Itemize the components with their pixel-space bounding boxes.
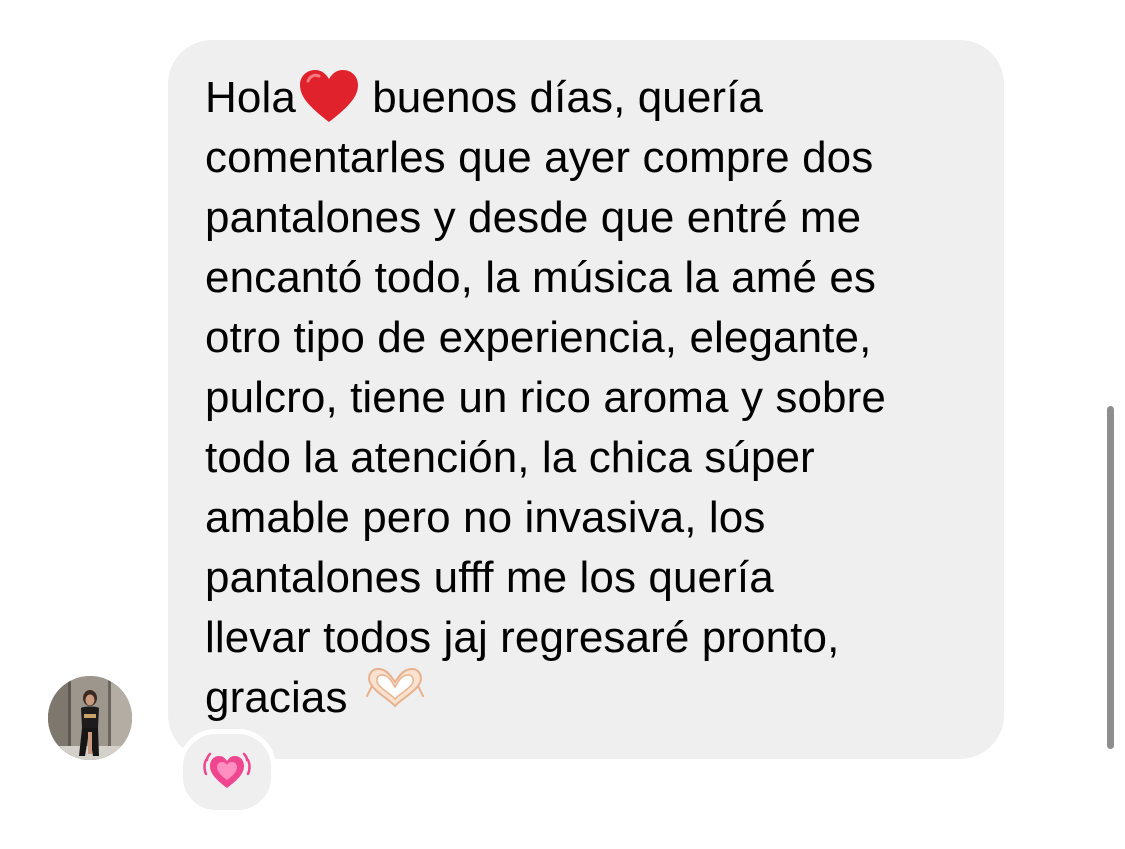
- user-avatar-photo: [48, 676, 132, 760]
- message-line: comentarles que ayer compre dos: [205, 133, 874, 182]
- message-line: pantalones y desde que entré me: [205, 193, 862, 242]
- message-line: llevar todos jaj regresaré pronto,: [205, 613, 840, 662]
- message-line: pulcro, tiene un rico aroma y sobre: [205, 373, 886, 422]
- message-line: encantó todo, la música la amé es: [205, 253, 877, 302]
- red-heart-icon: [298, 68, 360, 124]
- message-line-text: Hola: [205, 73, 296, 122]
- message-line-text: buenos días, quería: [359, 73, 764, 122]
- message-text: Hola buenos días, quería comentarles que…: [205, 68, 985, 728]
- message-line: amable pero no invasiva, los: [205, 493, 766, 542]
- reaction-badge[interactable]: [178, 729, 276, 815]
- message-line: otro tipo de experiencia, elegante,: [205, 313, 872, 362]
- growing-heart-icon: [203, 752, 251, 788]
- heart-hands-icon: [364, 664, 426, 724]
- scrollbar[interactable]: [1107, 406, 1114, 749]
- message-line: Hola buenos días, quería: [205, 68, 985, 128]
- message-line: pantalones ufff me los quería: [205, 553, 774, 602]
- message-line: gracias: [205, 668, 985, 728]
- message-line-text: gracias: [205, 673, 360, 722]
- avatar[interactable]: [48, 676, 132, 760]
- message-line: todo la atención, la chica súper: [205, 433, 815, 482]
